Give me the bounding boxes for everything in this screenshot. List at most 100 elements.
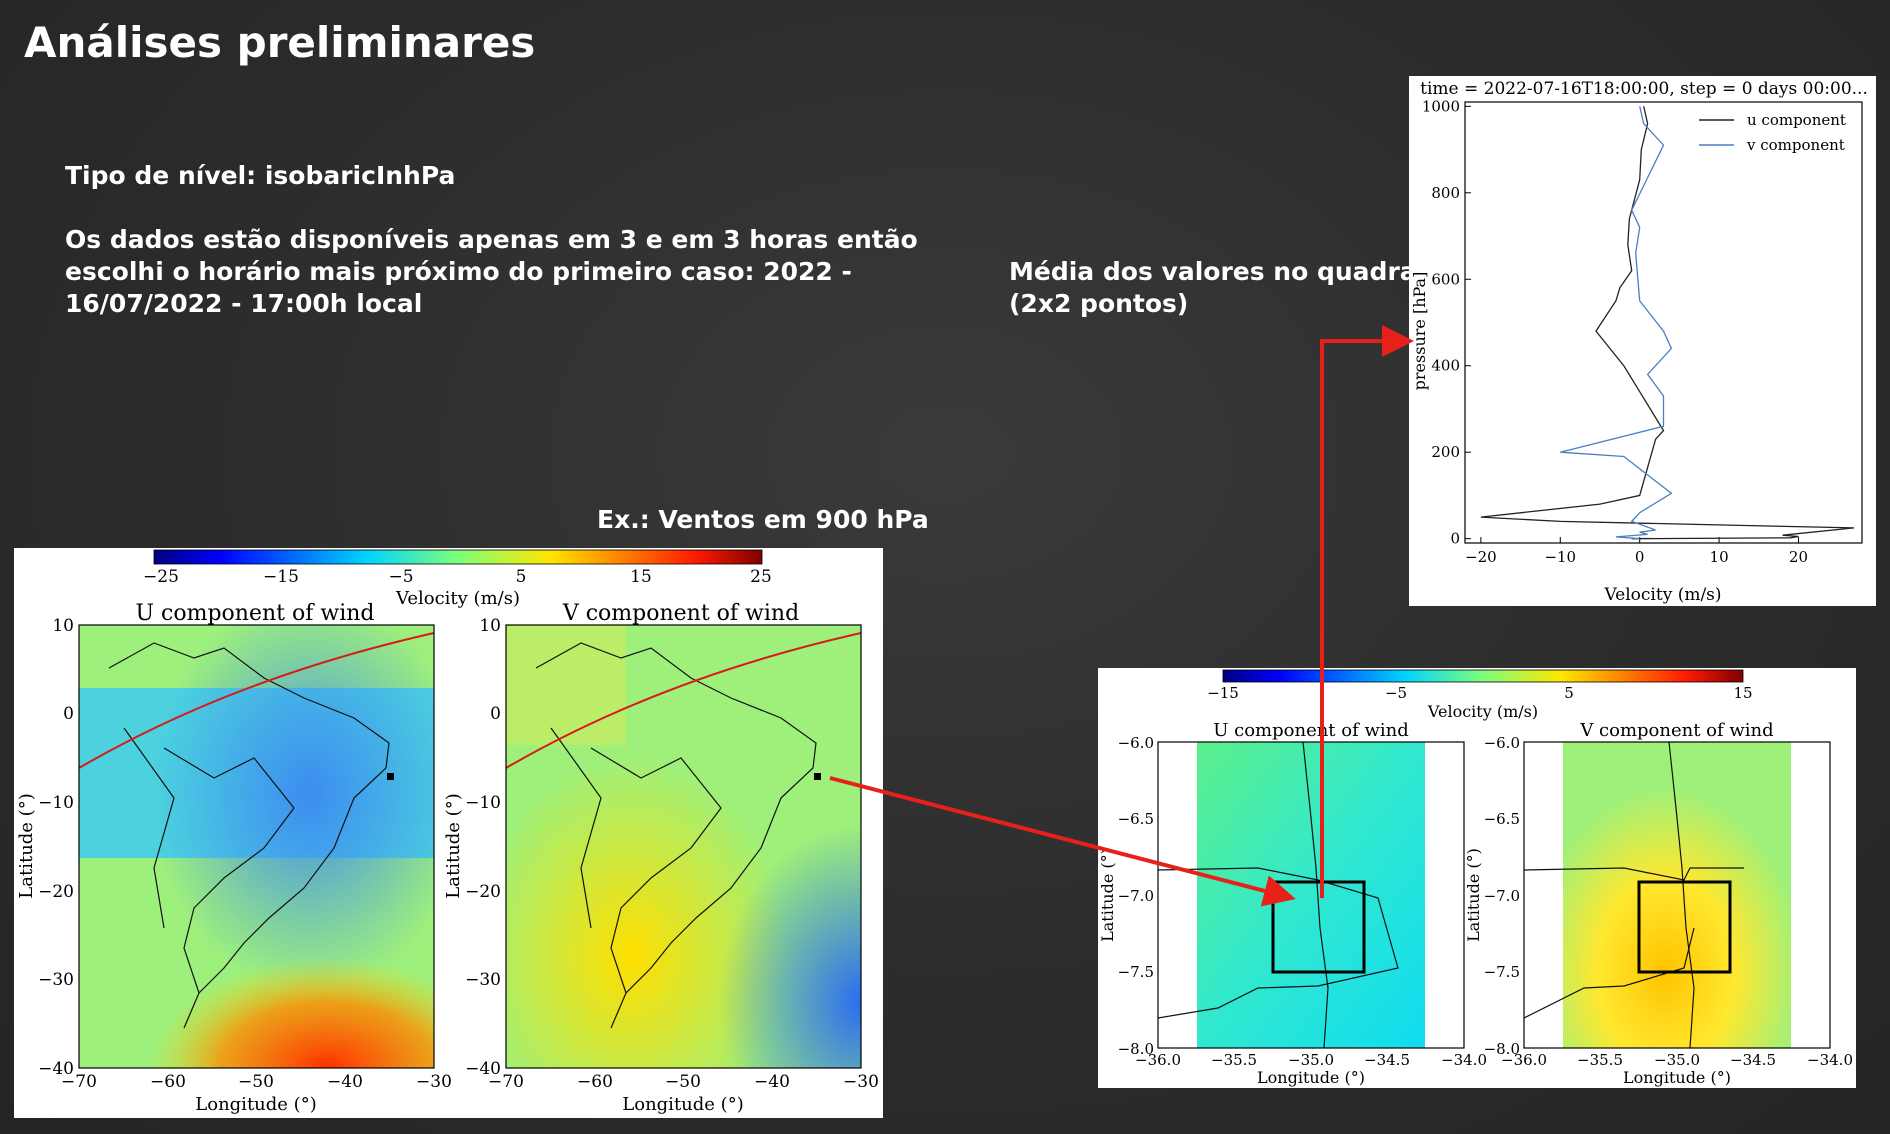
average-label: Média dos valores no quadrado (2x2 ponto… [1009,256,1452,320]
profile-xtick-label: −20 [1465,548,1497,566]
availability-line-2: escolhi o horário mais próximo do primei… [65,257,852,286]
zoom-cb-tick-4: 15 [1733,684,1752,702]
zoom-u-xlabel: Longitude (°) [1257,1068,1365,1087]
large-cb-tick-5: 15 [630,567,652,587]
zoom-v-ytick-3: −7.0 [1484,887,1520,905]
zoom-u-ytick-4: −7.5 [1118,963,1154,981]
zoom-v-xtick-2: −35.5 [1577,1051,1623,1069]
zoom-u-xtick-3: −35.0 [1288,1051,1334,1069]
level-type-text: Tipo de nível: isobaricInhPa [65,161,456,190]
u-xtick-4: −40 [327,1072,363,1092]
zoom-cb-tick-1: −15 [1207,684,1239,702]
v-map-ylabel: Latitude (°) [443,793,464,898]
u-ytick-4: −20 [38,882,74,902]
u-xtick-3: −50 [238,1072,274,1092]
zoom-v-yticks: −6.0 −6.5 −7.0 −7.5 −8.0 [1484,734,1520,1058]
zoom-u-xtick-5: −34.0 [1441,1051,1487,1069]
profile-ytick-label: 1000 [1422,97,1460,115]
example-label: Ex.: Ventos em 900 hPa [597,505,929,534]
large-maps-svg: −25 −15 −5 5 15 25 Velocity (m/s) U comp… [16,549,879,1115]
v-xtick-4: −40 [754,1072,790,1092]
v-ytick-3: −10 [465,793,501,813]
legend-v-label: v component [1746,136,1845,154]
profile-chart-svg: time = 2022-07-16T18:00:00, step = 0 day… [1410,79,1868,605]
v-map-title: V component of wind [562,601,799,626]
v-ytick-4: −20 [465,882,501,902]
u-xtick-2: −60 [150,1072,186,1092]
u-ytick-3: −10 [38,793,74,813]
large-maps-panel: −25 −15 −5 5 15 25 Velocity (m/s) U comp… [14,548,883,1118]
u-map-point-marker [387,773,394,780]
u-component-line [1480,106,1855,540]
zoom-v-xtick-1: −36.0 [1501,1051,1547,1069]
v-map-point-marker [814,773,821,780]
profile-frame [1464,101,1863,544]
zoom-v-ytick-2: −6.5 [1484,810,1520,828]
v-map-yticks: 10 0 −10 −20 −30 −40 [465,616,501,1079]
zoom-u-field [1197,742,1425,1048]
zoom-v-ytick-1: −6.0 [1484,734,1520,752]
zoom-u-title: U component of wind [1213,720,1409,741]
v-map-field [506,625,861,1068]
slide-title: Análises preliminares [24,18,536,67]
u-map-field [79,625,434,1068]
availability-text: Os dados estão disponíveis apenas em 3 e… [65,224,918,320]
u-ytick-1: 10 [52,616,74,636]
zoom-u-xtick-1: −36.0 [1135,1051,1181,1069]
profile-xtick-label: 10 [1710,548,1729,566]
zoom-colorbar-ticks: −15 −5 5 15 [1207,684,1752,702]
zoom-v-field [1563,742,1791,1048]
profile-series [1480,106,1855,540]
v-xtick-5: −30 [843,1072,879,1092]
profile-xtick-label: −10 [1544,548,1576,566]
v-xtick-1: −70 [488,1072,524,1092]
legend-u-label: u component [1747,111,1846,129]
profile-xtick-label: 20 [1789,548,1808,566]
zoom-u-xtick-2: −35.5 [1211,1051,1257,1069]
large-colorbar-label: Velocity (m/s) [395,588,520,609]
u-map-xticks: −70 −60 −50 −40 −30 [61,1072,452,1092]
zoom-u-xtick-4: −34.5 [1364,1051,1410,1069]
v-component-line [1560,106,1673,540]
zoom-colorbar [1222,669,1744,683]
zoom-u-ytick-2: −6.5 [1118,810,1154,828]
zoom-v-title: V component of wind [1579,720,1773,741]
v-xtick-2: −60 [577,1072,613,1092]
u-ytick-5: −30 [38,970,74,990]
v-ytick-2: 0 [490,704,501,724]
v-map-xlabel: Longitude (°) [622,1094,743,1115]
large-cb-tick-4: 5 [516,567,527,587]
profile-ylabel: pressure [hPa] [1410,272,1429,391]
u-ytick-2: 0 [63,704,74,724]
profile-ytick-label: 200 [1431,443,1460,461]
zoom-v-xtick-5: −34.0 [1807,1051,1853,1069]
profile-ytick-label: 0 [1450,530,1460,548]
profile-panel: time = 2022-07-16T18:00:00, step = 0 day… [1409,76,1876,606]
zoom-v-xlabel: Longitude (°) [1623,1068,1731,1087]
zoom-cb-tick-2: −5 [1385,684,1407,702]
profile-legend: u component v component [1699,111,1846,154]
v-map-xticks: −70 −60 −50 −40 −30 [488,1072,879,1092]
zoom-colorbar-label: Velocity (m/s) [1427,702,1538,721]
u-map-ylabel: Latitude (°) [16,793,37,898]
v-ytick-5: −30 [465,970,501,990]
zoom-v-xticks: −36.0 −35.5 −35.0 −34.5 −34.0 [1501,1051,1853,1069]
zoom-maps-panel: −15 −5 5 15 Velocity (m/s) U component o… [1098,668,1856,1088]
large-cb-tick-6: 25 [750,567,772,587]
large-colorbar-ticks: −25 −15 −5 5 15 25 [143,567,772,587]
large-colorbar [153,549,763,565]
zoom-u-ytick-1: −6.0 [1118,734,1154,752]
u-map-yticks: 10 0 −10 −20 −30 −40 [38,616,74,1079]
profile-xtick-label: 0 [1635,548,1645,566]
average-label-line-2: (2x2 pontos) [1009,289,1189,318]
profile-ytick-label: 600 [1431,270,1460,288]
zoom-v-ylabel: Latitude (°) [1464,848,1483,942]
zoom-v-ytick-4: −7.5 [1484,963,1520,981]
zoom-u-xticks: −36.0 −35.5 −35.0 −34.5 −34.0 [1135,1051,1487,1069]
large-cb-tick-3: −5 [388,567,413,587]
profile-title: time = 2022-07-16T18:00:00, step = 0 day… [1420,79,1868,99]
average-label-line-1: Média dos valores no quadrado [1009,257,1452,286]
profile-xlabel: Velocity (m/s) [1603,585,1721,605]
zoom-u-yticks: −6.0 −6.5 −7.0 −7.5 −8.0 [1118,734,1154,1058]
zoom-v-xtick-4: −34.5 [1730,1051,1776,1069]
